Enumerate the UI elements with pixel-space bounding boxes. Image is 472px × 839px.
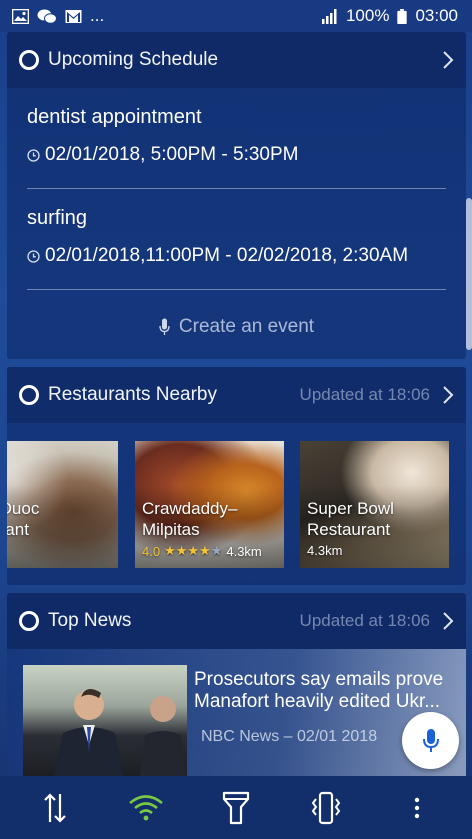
wifi-icon <box>128 794 163 820</box>
restaurants-card: Restaurants Nearby Updated at 18:06 nh D… <box>7 367 466 585</box>
event-title: surfing <box>27 207 88 229</box>
circle-icon <box>19 50 39 70</box>
chevron-right-icon[interactable] <box>442 51 454 69</box>
restaurant-distance: 4.3km <box>307 543 343 558</box>
star-rating-icon: ★★★★★ <box>164 543 223 558</box>
battery-percent: 100% <box>345 6 390 25</box>
flashlight-button[interactable] <box>216 788 256 828</box>
microphone-icon <box>422 728 439 752</box>
restaurant-carousel[interactable]: nh Duoc taurant m Crawdaddy– Milpitas 4.… <box>7 423 466 583</box>
updated-time: Updated at 18:06 <box>299 385 430 404</box>
circle-icon <box>19 611 39 631</box>
rotate-icon <box>44 792 66 823</box>
flashlight-icon <box>222 791 250 824</box>
news-title: Top News <box>48 610 132 631</box>
image-icon <box>12 8 29 24</box>
clock-icon <box>27 148 40 162</box>
news-source: NBC News – 02/01 2018 <box>201 728 378 745</box>
create-event-label: Create an event <box>178 316 315 337</box>
wechat-icon <box>37 9 57 24</box>
event-item[interactable]: surfing 02/01/2018,11:00PM - 02/02/2018,… <box>7 207 466 267</box>
schedule-card: Upcoming Schedule dentist appointment 02… <box>7 32 466 359</box>
news-photo <box>23 665 187 783</box>
more-vert-icon <box>414 797 419 818</box>
vibrate-button[interactable] <box>306 788 346 828</box>
restaurant-card[interactable]: nh Duoc taurant m <box>7 441 118 568</box>
restaurant-rating: 4.0 <box>142 543 161 559</box>
vibrate-icon <box>312 791 341 824</box>
auto-rotate-button[interactable] <box>35 788 75 828</box>
gmail-icon <box>65 9 82 24</box>
updated-time: Updated at 18:06 <box>299 611 430 630</box>
news-header[interactable]: Top News Updated at 18:06 <box>7 593 466 649</box>
microphone-icon <box>159 318 170 336</box>
restaurants-title: Restaurants Nearby <box>48 384 217 405</box>
wifi-button[interactable] <box>126 788 166 828</box>
schedule-title: Upcoming Schedule <box>48 49 219 70</box>
restaurant-distance: 4.3km <box>226 543 262 559</box>
restaurant-card[interactable]: Super Bowl Restaurant 4.3km <box>300 441 449 568</box>
clock-icon <box>27 249 40 263</box>
news-card: Top News Updated at 18:06 Prosecutors sa… <box>7 593 466 783</box>
event-title: dentist appointment <box>27 106 202 128</box>
restaurant-name: Crawdaddy– Milpitas <box>142 499 238 539</box>
signal-icon <box>321 8 338 24</box>
restaurants-header[interactable]: Restaurants Nearby Updated at 18:06 <box>7 367 466 423</box>
create-event-button[interactable]: Create an event <box>7 316 466 338</box>
more-options-button[interactable] <box>397 788 437 828</box>
event-time: 02/01/2018, 5:00PM - 5:30PM <box>45 144 299 165</box>
event-time: 02/01/2018,11:00PM - 02/02/2018, 2:30AM <box>45 245 409 266</box>
schedule-header[interactable]: Upcoming Schedule <box>7 32 466 88</box>
restaurant-card[interactable]: Crawdaddy– Milpitas 4.0 ★★★★★ 4.3km <box>135 441 284 568</box>
battery-icon <box>397 8 408 24</box>
restaurant-name: nh Duoc taurant <box>7 499 40 539</box>
event-item[interactable]: dentist appointment 02/01/2018, 5:00PM -… <box>7 106 466 166</box>
news-item[interactable]: Prosecutors say emails prove Manafort he… <box>7 649 466 783</box>
circle-icon <box>19 385 39 405</box>
chevron-right-icon[interactable] <box>442 386 454 404</box>
status-bar: ... 100% 03:00 <box>0 0 472 32</box>
news-headline: Prosecutors say emails prove Manafort he… <box>194 669 444 712</box>
scrollbar[interactable] <box>466 198 472 350</box>
divider <box>27 188 446 189</box>
chevron-right-icon[interactable] <box>442 612 454 630</box>
quick-settings-bar <box>0 776 472 839</box>
restaurant-name: Super Bowl Restaurant <box>307 499 394 539</box>
divider <box>27 289 446 290</box>
voice-button[interactable] <box>402 712 459 769</box>
clock-time: 03:00 <box>415 6 458 25</box>
more-notifications: ... <box>90 6 105 25</box>
